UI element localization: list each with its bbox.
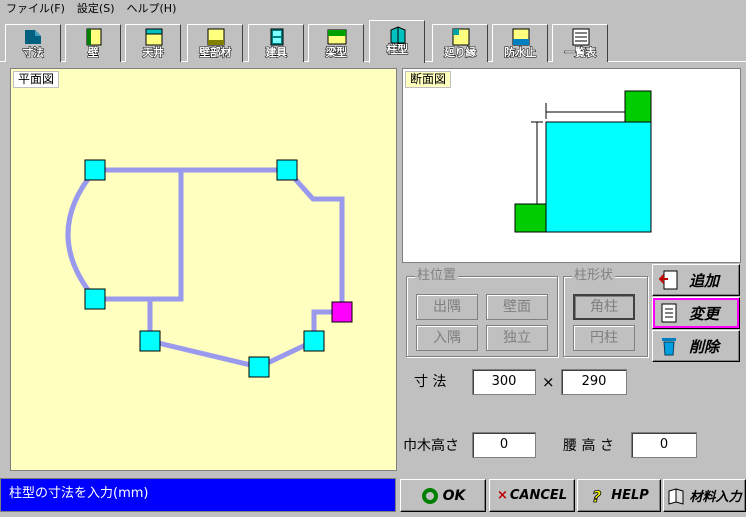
column-node[interactable]	[139, 330, 161, 352]
column-shape-group: 柱形状 角柱 円柱	[563, 268, 648, 357]
cancel-x-icon: ×	[496, 488, 508, 503]
change-icon	[661, 303, 677, 323]
wall-face-button[interactable]: 壁面	[486, 294, 548, 320]
square-column-button[interactable]: 角柱	[573, 294, 635, 320]
tab-column[interactable]: 柱型	[369, 20, 425, 63]
status-message: 柱型の寸法を入力(mm)	[9, 486, 149, 501]
column-section	[545, 121, 652, 233]
ceiling-block	[624, 90, 652, 123]
help-button[interactable]: ? HELP	[577, 479, 661, 512]
inside-corner-button[interactable]: 入隅	[416, 325, 478, 351]
tab-ceiling[interactable]: 天井	[125, 24, 181, 62]
wainscot-label: 腰 高 さ	[563, 438, 614, 454]
column-position-title: 柱位置	[415, 268, 459, 284]
tab-list[interactable]: 一覧表	[552, 24, 608, 62]
ok-label: OK	[442, 487, 466, 504]
tab-waterproof[interactable]: 防水止	[492, 24, 548, 62]
tab-strip: 寸法 壁 天井 壁部材 建具 梁型 柱型 廻り縁 防水止 一覧表	[0, 20, 746, 63]
column-node[interactable]	[248, 356, 270, 378]
tab-label: 建具	[265, 46, 288, 60]
wall-arc	[65, 166, 99, 303]
add-icon	[659, 270, 678, 290]
tab-crown-molding[interactable]: 廻り縁	[432, 24, 488, 62]
change-label: 変更	[689, 304, 720, 323]
tab-label: 壁	[87, 46, 99, 60]
floor-block	[514, 203, 547, 233]
menu-help[interactable]: ヘルプ(H)	[121, 0, 183, 18]
baseboard-height-field[interactable]: 0	[472, 432, 536, 458]
trash-icon	[662, 338, 676, 356]
delete-label: 削除	[689, 337, 720, 356]
tab-label: 梁型	[325, 46, 348, 60]
tab-label: 防水止	[504, 46, 537, 60]
column-shape-title: 柱形状	[572, 268, 616, 284]
help-label: HELP	[611, 488, 649, 503]
independent-button[interactable]: 独立	[486, 325, 548, 351]
dimension-line-top	[545, 103, 625, 119]
plan-caption: 平面図	[13, 71, 60, 88]
cancel-label: CANCEL	[509, 488, 568, 503]
outside-corner-button[interactable]: 出隅	[416, 294, 478, 320]
status-bar: 柱型の寸法を入力(mm)	[0, 478, 396, 512]
menu-bar: ファイル(F) 設定(S) ヘルプ(H)	[0, 0, 746, 18]
section-caption: 断面図	[405, 71, 452, 88]
times-sign: ×	[542, 373, 555, 391]
material-input-button[interactable]: 材料入力	[663, 479, 746, 512]
svg-text:?: ?	[592, 487, 601, 505]
dimension-label: 寸 法	[414, 374, 447, 390]
menu-file[interactable]: ファイル(F)	[0, 0, 71, 18]
section-view: 断面図	[402, 68, 741, 263]
ok-icon	[421, 487, 438, 504]
dimension-x-field[interactable]: 300	[472, 369, 536, 395]
column-node[interactable]	[84, 159, 106, 181]
column-node[interactable]	[303, 330, 325, 352]
tab-label: 壁部材	[199, 46, 232, 60]
tab-label: 寸法	[22, 46, 45, 60]
tab-label: 廻り縁	[444, 46, 477, 60]
tab-wall-member[interactable]: 壁部材	[187, 24, 243, 62]
column-node[interactable]	[84, 288, 106, 310]
tab-label: 一覧表	[564, 46, 597, 60]
ok-button[interactable]: OK	[400, 479, 486, 512]
selected-column-node[interactable]	[331, 301, 353, 323]
baseboard-label: 巾木高さ	[403, 438, 459, 454]
column-position-group: 柱位置 出隅 壁面 入隅 独立	[406, 268, 558, 357]
wainscot-height-field[interactable]: 0	[631, 432, 697, 458]
help-icon: ?	[592, 487, 602, 505]
book-icon	[668, 487, 684, 505]
plan-drawing[interactable]	[11, 69, 398, 472]
tab-wall[interactable]: 壁	[65, 24, 121, 62]
round-column-button[interactable]: 円柱	[573, 325, 635, 351]
menu-settings[interactable]: 設定(S)	[71, 0, 121, 18]
tab-label: 天井	[142, 46, 165, 60]
cancel-button[interactable]: × CANCEL	[489, 479, 575, 512]
add-button[interactable]: 追加	[652, 264, 740, 296]
dimension-y-field[interactable]: 290	[561, 369, 627, 395]
wall-line-mid	[92, 167, 184, 302]
add-label: 追加	[689, 271, 720, 290]
dimension-line-side	[531, 121, 543, 204]
tab-dimension[interactable]: 寸法	[5, 24, 61, 62]
change-button[interactable]: 変更	[652, 297, 740, 329]
wall-line-top	[92, 167, 345, 315]
tab-beam[interactable]: 梁型	[308, 24, 364, 62]
material-input-label: 材料入力	[689, 490, 742, 505]
tab-fitting[interactable]: 建具	[248, 24, 304, 62]
plan-view[interactable]: 平面図	[10, 68, 397, 471]
delete-button[interactable]: 削除	[652, 330, 740, 362]
section-drawing	[514, 90, 652, 233]
tab-label: 柱型	[386, 43, 409, 57]
column-node[interactable]	[276, 159, 298, 181]
